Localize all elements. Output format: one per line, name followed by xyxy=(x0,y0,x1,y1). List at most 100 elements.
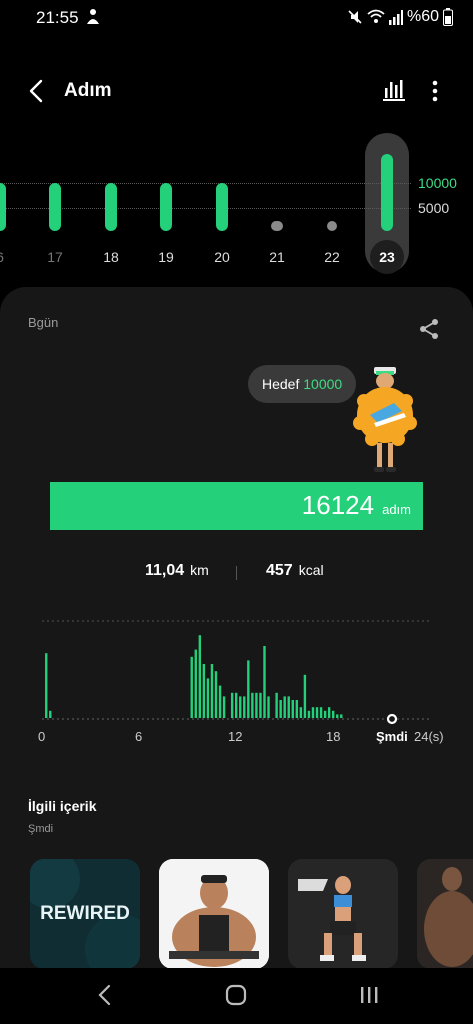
athlete-thumbnail[interactable] xyxy=(417,859,473,969)
person-icon xyxy=(87,9,99,24)
hourly-bar xyxy=(259,692,262,718)
day-bar-19[interactable] xyxy=(160,183,172,231)
nav-back-icon[interactable] xyxy=(90,980,120,1010)
hourly-bar xyxy=(307,710,311,718)
related-content-subtitle: Şmdi xyxy=(28,823,54,835)
bar-chart-icon[interactable] xyxy=(380,76,408,104)
hourly-bar xyxy=(243,696,246,718)
page-title: Adım xyxy=(64,80,112,101)
bodybuilder-thumbnail[interactable] xyxy=(159,859,269,969)
hourly-bar xyxy=(210,664,214,718)
hourly-bar xyxy=(287,696,290,718)
hourly-bar xyxy=(323,710,327,718)
squat-artwork xyxy=(288,859,398,969)
related-content-list[interactable]: REWIRED xyxy=(0,859,473,971)
hour-label-18: 18 xyxy=(326,729,341,744)
day-bar-6[interactable] xyxy=(0,183,6,231)
status-icons: %60 xyxy=(347,8,453,26)
day-bar-22[interactable] xyxy=(327,221,337,231)
today-card: Bgün Hedef 10000 16124 adım 11,04 km 457… xyxy=(0,287,473,1024)
rewired-thumbnail[interactable]: REWIRED xyxy=(30,859,140,969)
hourly-bar xyxy=(230,692,234,718)
day-bar-17[interactable] xyxy=(49,183,61,231)
goal-value: 10000 xyxy=(303,376,343,392)
day-label-21[interactable]: 21 xyxy=(262,249,292,265)
hourly-bar xyxy=(319,707,323,718)
status-bar: 21:55 %60 xyxy=(0,0,473,34)
hourly-bar xyxy=(299,707,303,718)
hourly-bar xyxy=(222,696,226,718)
steps-progress-text: 16124 adım xyxy=(302,490,411,521)
wifi-icon xyxy=(367,9,385,23)
day-label-19[interactable]: 19 xyxy=(151,249,181,265)
mascot-illustration xyxy=(353,367,417,472)
hourly-bar xyxy=(251,692,254,718)
goal-line-10000 xyxy=(0,183,411,184)
stats-divider xyxy=(236,566,237,580)
day-bar-21[interactable] xyxy=(271,221,283,231)
rewired-artwork: REWIRED xyxy=(30,859,140,969)
hourly-bars xyxy=(42,620,430,725)
back-arrow-icon[interactable] xyxy=(22,76,52,106)
hourly-bar xyxy=(311,707,315,718)
activity-stats: 11,04 km 457 kcal xyxy=(0,562,473,586)
hourly-bar xyxy=(336,714,339,718)
hourly-bar xyxy=(194,649,197,718)
hourly-bar xyxy=(239,696,242,718)
hourly-steps-chart[interactable]: 0 6 12 18 Şmdi 24(s) xyxy=(0,617,473,747)
daily-steps-strip[interactable]: 10000 5000 6 17 18 19 20 21 22 23 xyxy=(0,128,473,278)
hourly-bar xyxy=(315,707,319,718)
steps-unit: adım xyxy=(382,502,411,517)
hourly-bar xyxy=(279,700,282,718)
hourly-bar xyxy=(263,646,266,718)
hourly-bar xyxy=(303,674,307,718)
squat-thumbnail[interactable] xyxy=(288,859,398,969)
hour-label-0: 0 xyxy=(38,729,46,744)
goal-bubble: Hedef 10000 xyxy=(248,365,357,403)
goal-label-5000: 5000 xyxy=(418,200,450,216)
hourly-bar xyxy=(291,700,294,718)
battery-percent: %60 xyxy=(406,8,439,25)
day-label-22[interactable]: 22 xyxy=(317,249,347,265)
hourly-bar xyxy=(198,635,202,718)
hour-label-6: 6 xyxy=(135,729,143,744)
distance-unit: km xyxy=(190,562,209,578)
day-label-6[interactable]: 6 xyxy=(0,249,15,265)
hourly-bar xyxy=(340,714,343,718)
hourly-bar xyxy=(202,664,206,718)
system-navigation-bar xyxy=(0,968,473,1024)
hourly-bar xyxy=(190,656,193,718)
goal-label-10000: 10000 xyxy=(418,175,457,191)
hourly-bar xyxy=(45,653,48,718)
end-label: 24(s) xyxy=(414,729,444,744)
hourly-bar xyxy=(206,678,210,718)
distance-value: 11,04 xyxy=(145,562,185,579)
day-bar-18[interactable] xyxy=(105,183,117,231)
day-bar-20[interactable] xyxy=(216,183,228,231)
day-label-20[interactable]: 20 xyxy=(207,249,237,265)
now-marker xyxy=(386,713,398,725)
hourly-bar xyxy=(218,685,222,718)
hourly-bar xyxy=(275,692,278,718)
more-vert-icon[interactable] xyxy=(424,76,446,106)
distance-stat: 11,04 km xyxy=(145,562,209,580)
hour-label-12: 12 xyxy=(228,729,243,744)
hourly-bar xyxy=(214,671,218,718)
hourly-bar xyxy=(255,692,258,718)
hourly-bar xyxy=(295,700,299,718)
day-label-23[interactable]: 23 xyxy=(372,249,402,265)
day-bar-23[interactable] xyxy=(381,154,393,231)
share-icon[interactable] xyxy=(418,317,440,341)
nav-home-icon[interactable] xyxy=(221,980,251,1010)
rewired-text: REWIRED xyxy=(40,903,130,924)
nav-recents-icon[interactable] xyxy=(354,980,384,1010)
now-label: Şmdi xyxy=(376,729,408,744)
hourly-bar xyxy=(247,660,250,718)
status-time: 21:55 xyxy=(36,8,79,27)
day-label-18[interactable]: 18 xyxy=(96,249,126,265)
hourly-bar xyxy=(49,710,52,718)
hourly-bar xyxy=(283,696,286,718)
athlete-artwork xyxy=(417,859,473,969)
day-label-17[interactable]: 17 xyxy=(40,249,70,265)
bodybuilder-artwork xyxy=(159,859,269,969)
